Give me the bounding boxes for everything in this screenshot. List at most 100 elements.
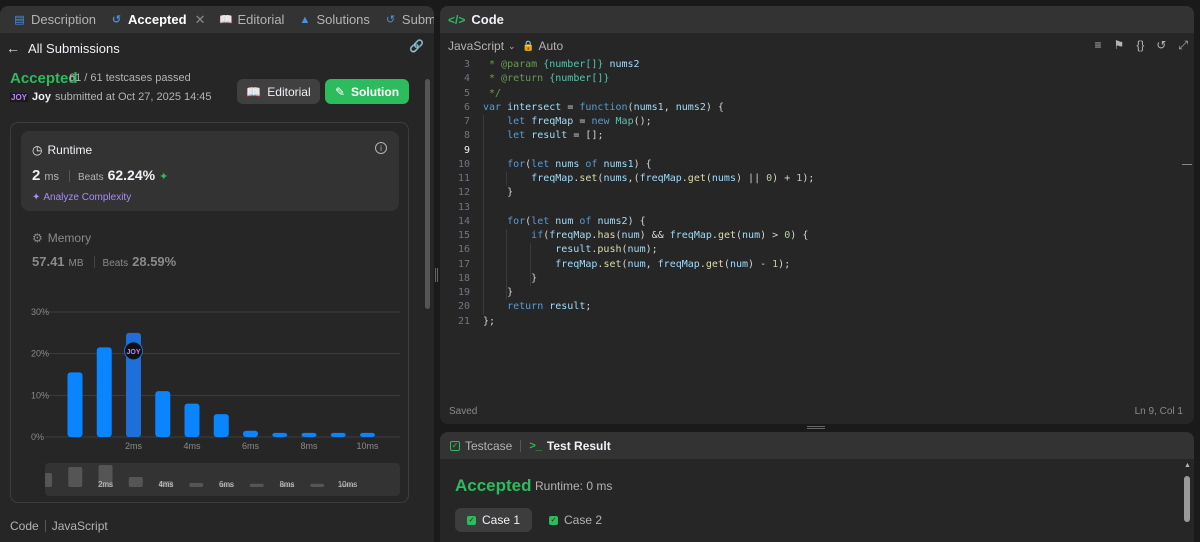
divider bbox=[93, 255, 95, 268]
all-submissions-link[interactable]: All Submissions bbox=[28, 41, 120, 56]
lock-icon: 🔒 bbox=[522, 40, 535, 52]
link-icon[interactable]: 🔗 bbox=[409, 39, 424, 53]
code-line[interactable]: 4 * @return {number[]} bbox=[440, 72, 1180, 86]
code-line[interactable]: 15 if(freqMap.has(num) && freqMap.get(nu… bbox=[440, 229, 1180, 243]
code-line[interactable]: 5 */ bbox=[440, 87, 1180, 101]
language-select[interactable]: JavaScript ⌄ bbox=[448, 39, 516, 53]
auto-mode[interactable]: 🔒 Auto bbox=[522, 39, 563, 53]
bar bbox=[360, 432, 375, 437]
case-1-tab[interactable]: ✓ Case 1 bbox=[455, 508, 533, 532]
memory-unit: MB bbox=[68, 258, 84, 269]
code-line[interactable]: 18 } bbox=[440, 272, 1180, 286]
check-icon: ✓ bbox=[549, 515, 558, 525]
runtime-distribution-chart[interactable]: 30% 20% 10% 0% 2ms 4ms 6ms 8ms 10ms JOY bbox=[11, 299, 410, 451]
code-text: } bbox=[507, 287, 514, 298]
tab-submissions-label: Submissions bbox=[401, 12, 434, 27]
code-line[interactable]: 8 let result = []; bbox=[440, 129, 1180, 143]
runtime-beats-label: Beats bbox=[78, 172, 104, 183]
solution-button[interactable]: ✎ Solution bbox=[325, 79, 409, 104]
arrow-left-icon[interactable]: ← bbox=[6, 40, 20, 56]
left-scrollbar[interactable] bbox=[425, 79, 430, 309]
tab-description[interactable]: ▤ Description bbox=[6, 6, 103, 33]
vertical-resize-handle[interactable] bbox=[435, 268, 438, 282]
book-icon: 📖 bbox=[219, 14, 233, 26]
tab-editorial[interactable]: 📖 Editorial bbox=[212, 6, 291, 33]
code-text: * @return {number[]} bbox=[483, 73, 610, 85]
y-tick-label: 10% bbox=[31, 390, 49, 400]
language-select-label: JavaScript bbox=[448, 39, 505, 53]
format-icon[interactable]: ≡ bbox=[1095, 38, 1102, 53]
code-line[interactable]: 12 } bbox=[440, 186, 1180, 200]
memory-beats-value: 28.59% bbox=[132, 254, 177, 269]
tab-test-result[interactable]: >_ Test Result bbox=[529, 439, 610, 453]
memory-title[interactable]: ⚙ Memory bbox=[32, 231, 91, 245]
code-line[interactable]: 10 for(let nums of nums1) { bbox=[440, 158, 1180, 172]
tab-testcase-label: Testcase bbox=[465, 438, 513, 453]
x-tick-label: 10ms bbox=[356, 441, 379, 449]
editor-scrollbar[interactable] bbox=[1182, 58, 1194, 358]
horizontal-resize-handle[interactable] bbox=[807, 426, 825, 429]
code-line[interactable]: 11 freqMap.set(nums,(freqMap.get(nums) |… bbox=[440, 172, 1180, 186]
code-line[interactable]: 6 var intersect = function(nums1, nums2) … bbox=[440, 101, 1180, 115]
code-panel-header: </> Code bbox=[440, 6, 1194, 33]
code-line[interactable]: 21}; bbox=[440, 315, 1180, 329]
indent-guide bbox=[506, 172, 507, 187]
tab-submissions[interactable]: ↺ Submissions bbox=[377, 6, 434, 33]
reset-icon[interactable]: ↺ bbox=[1156, 38, 1166, 53]
close-icon[interactable]: ✕ bbox=[195, 12, 206, 28]
code-line[interactable]: 3 * @param {number[]} nums2 bbox=[440, 58, 1180, 72]
divider bbox=[44, 520, 46, 532]
code-editor[interactable]: 3 * @param {number[]} nums2 4 * @return {… bbox=[440, 58, 1194, 348]
minimap-bar bbox=[45, 473, 52, 487]
case-1-label: Case 1 bbox=[482, 513, 521, 527]
code-line[interactable]: 17 freqMap.set(num, freqMap.get(num) - 1… bbox=[440, 258, 1180, 272]
test-panel-scrollbar[interactable]: ▲ bbox=[1184, 462, 1191, 542]
bar bbox=[243, 430, 258, 437]
case-2-tab[interactable]: ✓ Case 2 bbox=[537, 508, 614, 532]
divider bbox=[520, 439, 522, 452]
code-label: Code bbox=[10, 519, 39, 533]
code-icon: </> bbox=[448, 12, 466, 27]
editorial-button[interactable]: 📖 Editorial bbox=[237, 79, 320, 104]
code-line[interactable]: 16 result.push(num); bbox=[440, 243, 1180, 257]
code-line[interactable]: 13 bbox=[440, 201, 1180, 215]
analyze-complexity-link[interactable]: ✦ Analyze Complexity bbox=[32, 192, 131, 203]
minimap-tick-label: 4ms bbox=[158, 480, 173, 489]
memory-number: 57.41 bbox=[32, 254, 65, 269]
test-panel: ✓ Testcase >_ Test Result Accepted Runti… bbox=[440, 432, 1194, 542]
line-number: 9 bbox=[463, 144, 470, 156]
runtime-title: ◷ Runtime bbox=[32, 143, 92, 157]
stats-box: ◷ Runtime i 2 ms Beats 62.24% ✦ ✦ Analyz… bbox=[10, 122, 409, 503]
tab-accepted[interactable]: ↺ Accepted ✕ bbox=[103, 6, 212, 33]
avatar[interactable]: JOY bbox=[10, 92, 29, 102]
bar bbox=[155, 391, 171, 437]
scroll-up-icon[interactable]: ▲ bbox=[1184, 462, 1191, 469]
code-line[interactable]: 19 } bbox=[440, 286, 1180, 300]
minimap-bar bbox=[68, 467, 83, 487]
auto-mode-label: Auto bbox=[538, 39, 564, 53]
divider bbox=[69, 169, 71, 182]
fullscreen-icon[interactable]: ⤢ bbox=[1178, 38, 1188, 53]
username[interactable]: Joy bbox=[32, 91, 51, 103]
braces-icon[interactable]: {} bbox=[1136, 38, 1144, 53]
code-line[interactable]: 7 let freqMap = new Map(); bbox=[440, 115, 1180, 129]
code-line[interactable]: 9 bbox=[440, 144, 1180, 158]
info-icon[interactable]: i bbox=[375, 142, 387, 154]
editor-tools: ≡ ⚑ {} ↺ ⤢ bbox=[1095, 38, 1188, 53]
bookmark-icon[interactable]: ⚑ bbox=[1114, 38, 1125, 53]
code-text: */ bbox=[483, 87, 502, 99]
code-text: for(let num of nums2) { bbox=[507, 215, 646, 227]
line-number: 13 bbox=[457, 201, 470, 213]
tab-solutions[interactable]: ▲ Solutions bbox=[291, 6, 376, 33]
code-line[interactable]: 14 for(let num of nums2) { bbox=[440, 215, 1180, 229]
code-line[interactable]: 20 return result; bbox=[440, 300, 1180, 314]
line-number: 16 bbox=[457, 244, 470, 256]
runtime-card[interactable]: ◷ Runtime i 2 ms Beats 62.24% ✦ ✦ Analyz… bbox=[21, 131, 399, 211]
code-text: result.push(num); bbox=[555, 244, 658, 256]
avatar-marker-label: JOY bbox=[126, 349, 140, 356]
code-text: let result = []; bbox=[507, 130, 604, 142]
chart-minimap[interactable]: 2ms 4ms 6ms 8ms 10ms bbox=[45, 463, 400, 496]
analyze-complexity-label: Analyze Complexity bbox=[43, 192, 132, 203]
scroll-thumb[interactable] bbox=[1184, 476, 1190, 522]
tab-testcase[interactable]: ✓ Testcase bbox=[450, 439, 512, 453]
